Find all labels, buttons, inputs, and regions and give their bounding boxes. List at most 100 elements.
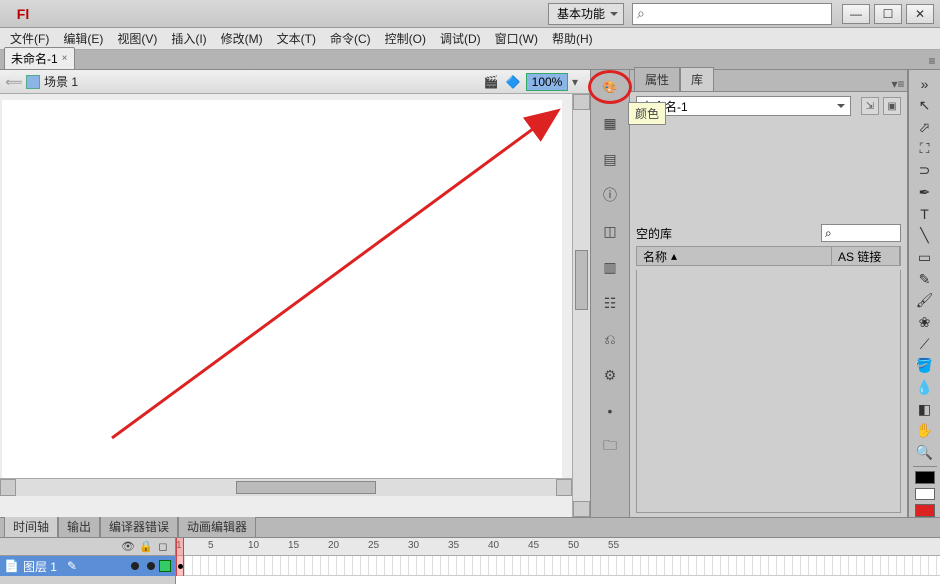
tab-output[interactable]: 输出 [58, 515, 100, 537]
library-list[interactable] [636, 270, 901, 513]
frame-ruler[interactable]: 1510152025303540455055 [176, 538, 940, 556]
main-area: ⟸ 场景 1 🎬 🔷 100% ▾ [0, 70, 940, 517]
ruler-tick: 15 [288, 540, 299, 551]
scroll-down-button[interactable] [573, 501, 590, 517]
frames-area[interactable]: 1510152025303540455055 [176, 538, 940, 584]
scroll-h-thumb[interactable] [236, 481, 376, 494]
zoom-field[interactable]: 100% [526, 73, 568, 91]
zoom-dropdown-icon[interactable]: ▾ [572, 75, 584, 89]
tab-timeline[interactable]: 时间轴 [4, 515, 58, 537]
pin-library-icon[interactable]: ⇲ [861, 97, 879, 115]
tab-compiler-errors[interactable]: 编译器错误 [100, 515, 178, 537]
tab-properties[interactable]: 属性 [634, 67, 680, 91]
lock-icon[interactable]: 🔒 [139, 540, 151, 553]
menu-file[interactable]: 文件(F) [10, 30, 49, 47]
scroll-up-button[interactable] [573, 94, 590, 110]
menu-insert[interactable]: 插入(I) [171, 30, 206, 47]
document-tab[interactable]: 未命名-1 × [4, 47, 75, 69]
swap-colors[interactable] [915, 504, 935, 517]
fill-color-swatch[interactable] [915, 488, 935, 501]
close-icon[interactable]: × [62, 53, 68, 64]
minimize-button[interactable]: — [842, 4, 870, 24]
outline-icon[interactable]: ◻ [157, 540, 169, 553]
info-panel-icon[interactable]: ⓘ [598, 184, 622, 206]
subselection-tool[interactable]: ⬀ [913, 117, 937, 137]
tab-motion-editor[interactable]: 动画编辑器 [178, 515, 256, 537]
back-icon[interactable]: ⟸ [6, 74, 22, 90]
strings-panel-icon[interactable]: • [598, 400, 622, 422]
stage-canvas[interactable] [2, 100, 562, 478]
panel-menu-icon[interactable]: ▾≡ [889, 77, 907, 91]
column-linkage[interactable]: AS 链接 [832, 247, 900, 265]
zoom-tool[interactable]: 🔍 [913, 443, 937, 463]
lasso-tool[interactable]: ⊃ [913, 161, 937, 181]
hand-tool[interactable]: ✋ [913, 421, 937, 441]
components-panel-icon[interactable]: ▥ [598, 256, 622, 278]
selection-tool[interactable]: ↖ [913, 96, 937, 116]
tabs-menu-icon[interactable]: ≡ [924, 53, 940, 69]
scroll-left-button[interactable] [0, 479, 16, 496]
behaviors-panel-icon[interactable]: ☷ [598, 292, 622, 314]
eraser-tool[interactable]: ◧ [913, 399, 937, 419]
line-tool[interactable]: ╲ [913, 226, 937, 246]
pencil-tool[interactable]: ✎ [913, 269, 937, 289]
help-search-input[interactable]: ⌕ [632, 3, 832, 25]
swatches-panel-icon[interactable]: ▦ [598, 112, 622, 134]
ruler-tick: 40 [488, 540, 499, 551]
layer-name: 图层 1 [23, 558, 57, 575]
scene-panel-icon[interactable]: ⚙ [598, 364, 622, 386]
keyframe[interactable] [177, 558, 183, 574]
eyedropper-tool[interactable]: 💧 [913, 378, 937, 398]
menu-text[interactable]: 文本(T) [277, 30, 316, 47]
rectangle-tool[interactable]: ▭ [913, 248, 937, 268]
text-tool[interactable]: T [913, 204, 937, 224]
layer-icon: 📄 [4, 559, 19, 573]
workspace-selector[interactable]: 基本功能 [548, 3, 624, 25]
library-body: 未命名-1 ⇲ ▣ 空的库 ⌕ 名称▴ AS 链接 [630, 92, 907, 517]
frame-row[interactable] [176, 556, 940, 576]
pen-tool[interactable]: ✒ [913, 182, 937, 202]
scroll-v-thumb[interactable] [575, 250, 588, 310]
history-panel-icon[interactable]: ⎌ [598, 328, 622, 350]
transform-panel-icon[interactable]: ◫ [598, 220, 622, 242]
new-library-icon[interactable]: ▣ [883, 97, 901, 115]
brush-tool[interactable]: 🖌 [913, 291, 937, 311]
project-panel-icon[interactable]: 🗀 [598, 436, 622, 458]
edit-scene-icon[interactable]: 🎬 [482, 73, 500, 91]
menu-edit[interactable]: 编辑(E) [63, 30, 103, 47]
library-doc-select[interactable]: 未命名-1 [636, 96, 851, 116]
color-panel-icon[interactable]: 🎨 颜色 [598, 76, 622, 98]
menu-help[interactable]: 帮助(H) [552, 30, 593, 47]
timeline-panel: 时间轴 输出 编译器错误 动画编辑器 👁 🔒 ◻ 📄 图层 1 ✎ 151015… [0, 517, 940, 583]
scroll-right-button[interactable] [556, 479, 572, 496]
collapsed-panels: 🎨 颜色 ▦ ▤ ⓘ ◫ ▥ ☷ ⎌ ⚙ • 🗀 [590, 70, 630, 517]
menu-commands[interactable]: 命令(C) [330, 30, 371, 47]
layer-row[interactable]: 📄 图层 1 ✎ [0, 556, 175, 576]
library-search-input[interactable]: ⌕ [821, 224, 901, 242]
tab-library[interactable]: 库 [680, 67, 714, 91]
ruler-tick: 20 [328, 540, 339, 551]
stroke-color-swatch[interactable] [915, 471, 935, 484]
deco-tool[interactable]: ❀ [913, 313, 937, 333]
column-name[interactable]: 名称▴ [637, 247, 832, 265]
bone-tool[interactable]: ⟋ [913, 334, 937, 354]
free-transform-tool[interactable]: ⛶ [913, 139, 937, 159]
timeline-tabs: 时间轴 输出 编译器错误 动画编辑器 [0, 518, 940, 538]
close-button[interactable]: ✕ [906, 4, 934, 24]
layer-outline-swatch[interactable] [159, 560, 171, 572]
timeline-body: 👁 🔒 ◻ 📄 图层 1 ✎ 1510152025303540455055 [0, 538, 940, 584]
menu-modify[interactable]: 修改(M) [221, 30, 263, 47]
menu-window[interactable]: 窗口(W) [495, 30, 538, 47]
align-panel-icon[interactable]: ▤ [598, 148, 622, 170]
vertical-scrollbar[interactable] [572, 94, 590, 517]
menu-view[interactable]: 视图(V) [117, 30, 157, 47]
visibility-icon[interactable]: 👁 [121, 540, 133, 553]
menu-debug[interactable]: 调试(D) [440, 30, 481, 47]
expand-icon[interactable]: » [913, 74, 937, 94]
menu-control[interactable]: 控制(O) [385, 30, 426, 47]
maximize-button[interactable]: ☐ [874, 4, 902, 24]
titlebar: Fl 基本功能 ⌕ — ☐ ✕ [0, 0, 940, 28]
edit-symbol-icon[interactable]: 🔷 [504, 73, 522, 91]
horizontal-scrollbar[interactable] [0, 478, 572, 496]
paint-bucket-tool[interactable]: 🪣 [913, 356, 937, 376]
